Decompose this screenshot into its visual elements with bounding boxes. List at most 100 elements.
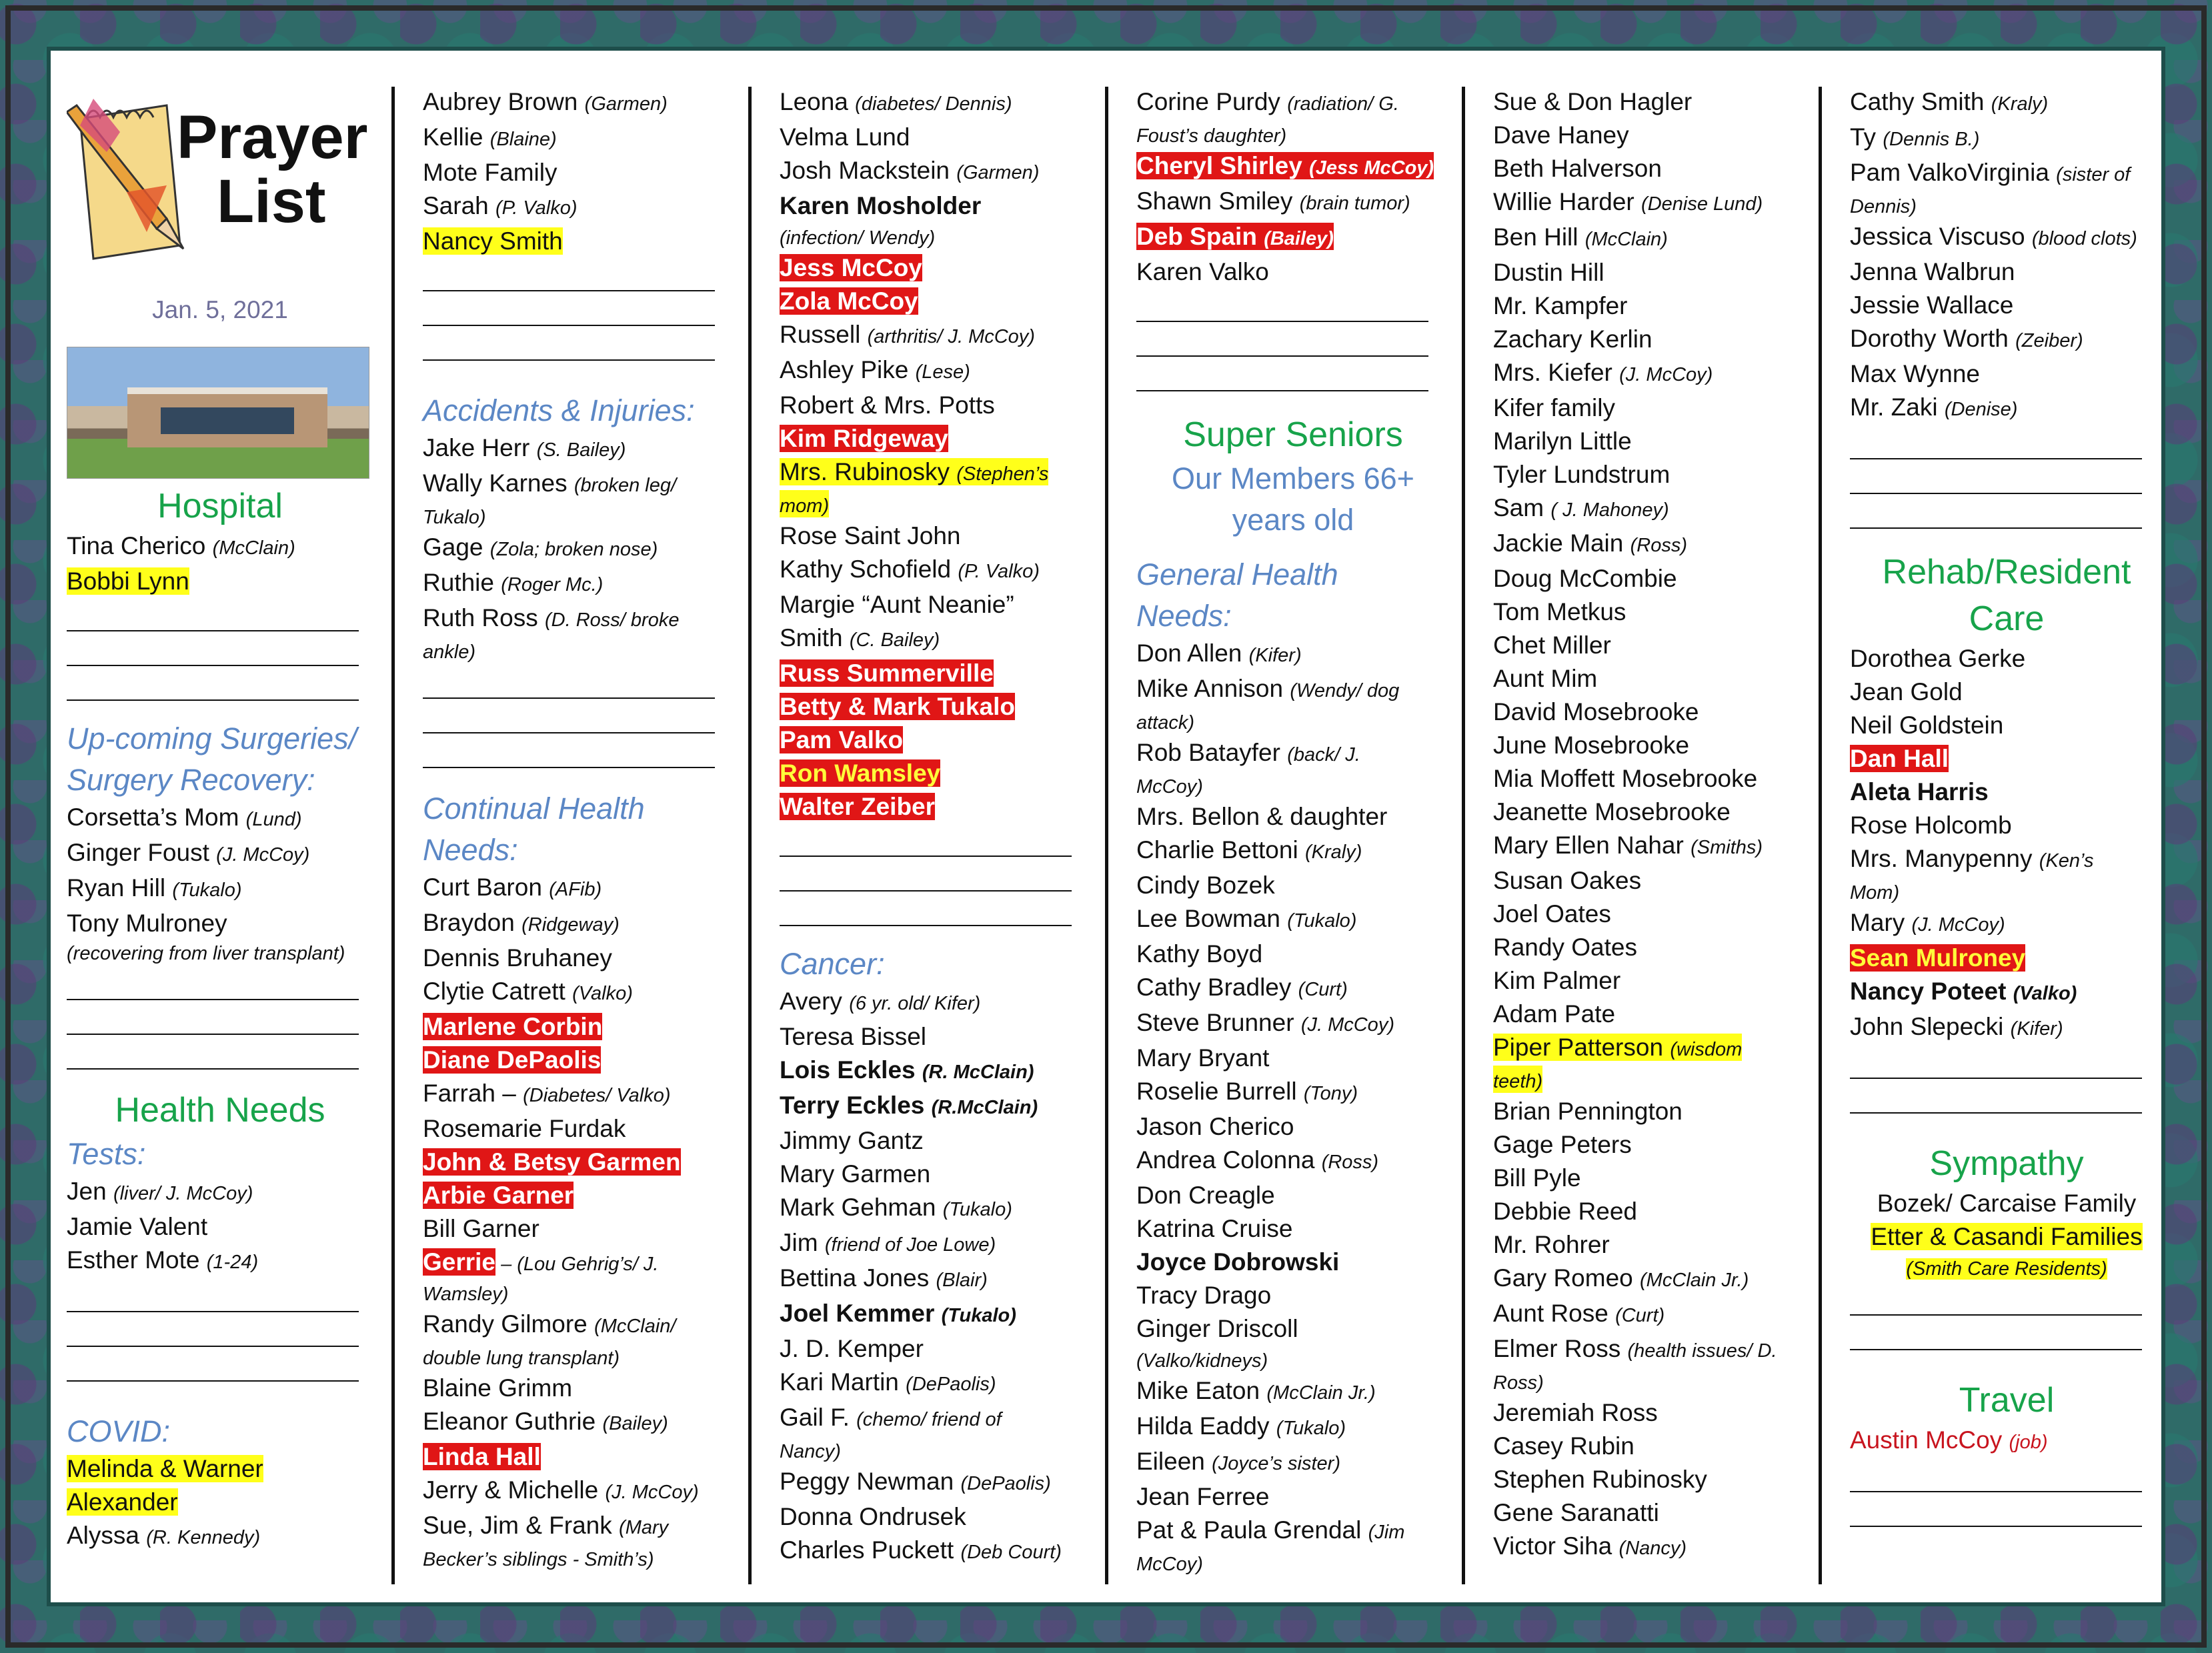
column-4: Corine Purdy (radiation/ G. Foust’s daugh…	[1136, 85, 1450, 1578]
list-item: Mrs. Rubinosky (Stephen’s	[780, 455, 1093, 491]
person-name: Andrea Colonna	[1136, 1146, 1322, 1174]
list-item: Margie “Aunt Neanie”	[780, 588, 1093, 621]
person-note: (brain tumor)	[1299, 193, 1410, 214]
list-item-content: Dustin Hill	[1493, 259, 1604, 286]
blank-line	[1850, 1078, 2142, 1079]
list-item: Tyler Lundstrum	[1493, 458, 1807, 491]
sympathy-heading: Sympathy	[1929, 1144, 2084, 1183]
person-name: Ashley Pike	[780, 356, 916, 383]
list-item: Jean Ferree	[1136, 1480, 1450, 1514]
list-item: Kifer family	[1493, 391, 1807, 425]
list-item: Kathy Boyd	[1136, 938, 1450, 971]
person-name: Jake Herr	[423, 434, 537, 461]
person-note: (Tukalo)	[942, 1199, 1012, 1220]
list-item-content: Jean Ferree	[1136, 1483, 1270, 1510]
person-note: (Mary	[619, 1517, 669, 1538]
list-item-content: Mote Family	[423, 159, 557, 186]
person-name: Debbie Reed	[1493, 1198, 1637, 1225]
list-item-content: Joyce Dobrowski	[1136, 1248, 1339, 1276]
person-name: Brian Pennington	[1493, 1098, 1683, 1125]
list-item-content: (Valko/kidneys)	[1136, 1345, 1268, 1372]
list-item: Nancy Smith	[423, 225, 736, 258]
person-name: Robert & Mrs. Potts	[780, 391, 995, 419]
list-item: Rob Batayfer (back/ J.	[1136, 736, 1450, 771]
list-item: Blaine Grimm	[423, 1372, 736, 1405]
list-item: Hilda Eaddy (Tukalo)	[1136, 1410, 1450, 1445]
list-item: Terry Eckles (R.McClain)	[780, 1089, 1093, 1124]
list-item-content: Aubrey Brown (Garmen)	[423, 88, 668, 115]
list-item-content: Pat & Paula Grendal (Jim	[1136, 1516, 1404, 1544]
linda-name: Linda Hall	[423, 1443, 541, 1470]
list-item-content: Kathy Schofield (P. Valko)	[780, 555, 1040, 583]
list-item: Pat & Paula Grendal (Jim	[1136, 1514, 1450, 1549]
list-item: Rose Holcomb	[1850, 809, 2163, 842]
person-note: (blood clots)	[2031, 228, 2137, 249]
list-item-content: Dennis Bruhaney	[423, 944, 612, 972]
list-item-content: Shawn Smiley (brain tumor)	[1136, 187, 1410, 215]
person-name: Casey Rubin	[1493, 1432, 1634, 1460]
person-note: (Valko)	[572, 983, 633, 1004]
blank-line	[780, 925, 1072, 926]
person-note: (Zeiber)	[2015, 330, 2083, 351]
person-note: (Bailey)	[1264, 228, 1334, 249]
person-name: Russell	[780, 321, 868, 348]
list-item-content: Mary Garmen	[780, 1160, 930, 1188]
person-note: (Ross)	[1321, 1152, 1379, 1173]
person-name: Mary Garmen	[780, 1160, 931, 1188]
list-item: Mom)	[1850, 878, 2163, 906]
person-name: Dorothea Gerke	[1850, 645, 2026, 672]
person-note: (Kraly)	[1304, 842, 1362, 863]
person-note: (Jim	[1368, 1522, 1405, 1543]
person-name: Rose Holcomb	[1850, 811, 2012, 839]
sympathy-item: Etter & Casandi Families	[1850, 1220, 2163, 1254]
list-item-content: Smith (C. Bailey)	[780, 624, 940, 651]
person-note: (diabetes/ Dennis)	[855, 93, 1012, 115]
list-item: Mary Garmen	[780, 1158, 1093, 1191]
list-item-content: Mike Eaton (McClain Jr.)	[1136, 1377, 1376, 1404]
list-item: Steve Brunner (J. McCoy)	[1136, 1006, 1450, 1042]
person-name: Mote Family	[423, 159, 558, 186]
list-item: Dave Haney	[1493, 119, 1807, 152]
list-item: Ben Hill (McClain)	[1493, 221, 1807, 256]
list-item-content: Russell (arthritis/ J. McCoy)	[780, 321, 1035, 348]
list-item-content: June Mosebrooke	[1493, 731, 1689, 759]
list-item: Ruthie (Roger Mc.)	[423, 566, 736, 601]
list-item-content: (infection/ Wendy)	[780, 222, 935, 249]
list-item: Sarah (P. Valko)	[423, 189, 736, 225]
list-item-content: Jamie Valent	[67, 1213, 207, 1240]
person-note: Ross)	[1493, 1372, 1544, 1394]
list-item-content: Gary Romeo (McClain Jr.)	[1493, 1264, 1749, 1292]
person-name: Ginger Driscoll	[1136, 1315, 1298, 1342]
person-name: Lois Eckles	[780, 1056, 922, 1084]
list-item-content: Kari Martin (DePaolis)	[780, 1368, 996, 1396]
list-item: Robert & Mrs. Potts	[780, 389, 1093, 422]
list-item: Betty & Mark Tukalo	[780, 690, 1093, 723]
tests-heading: Tests:	[67, 1137, 146, 1171]
list-item-content: Margie “Aunt Neanie”	[780, 591, 1014, 618]
person-name: Cathy Smith	[1850, 88, 1991, 115]
person-name: Jimmy Gantz	[780, 1127, 924, 1154]
list-item-content: Willie Harder (Denise Lund)	[1493, 188, 1763, 215]
blank-line	[1850, 1491, 2142, 1492]
list-item: Mr. Kampfer	[1493, 289, 1807, 323]
person-note: (Dennis B.)	[1883, 129, 1980, 150]
list-item: Rosemarie Furdak	[423, 1112, 736, 1146]
person-name: Margie “Aunt Neanie”	[780, 591, 1014, 618]
list-item: Dustin Hill	[1493, 256, 1807, 289]
list-item: Nancy)	[780, 1436, 1093, 1465]
person-name: Mary Ellen Nahar	[1493, 832, 1691, 859]
person-name: Velma Lund	[780, 123, 910, 151]
person-name: Gary Romeo	[1493, 1264, 1640, 1292]
person-name: Jessie Wallace	[1850, 291, 2014, 319]
person-name: Dennis Bruhaney	[423, 944, 612, 972]
person-name: Mia Moffett Mosebrooke	[1493, 765, 1758, 792]
list-item: Randy Gilmore (McClain/	[423, 1308, 736, 1343]
column-3: Leona (diabetes/ Dennis) Velma Lund Josh M…	[780, 85, 1093, 1569]
person-name: Kathy Schofield	[780, 555, 958, 583]
person-name: Nancy Smith	[423, 227, 563, 255]
list-item: Jimmy Gantz	[780, 1124, 1093, 1158]
list-item: Bill Garner	[423, 1212, 736, 1246]
person-note: mom)	[780, 495, 830, 517]
person-name: Nancy Poteet	[1850, 978, 2013, 1005]
super-seniors-sub: Our Members 66+	[1172, 461, 1414, 495]
